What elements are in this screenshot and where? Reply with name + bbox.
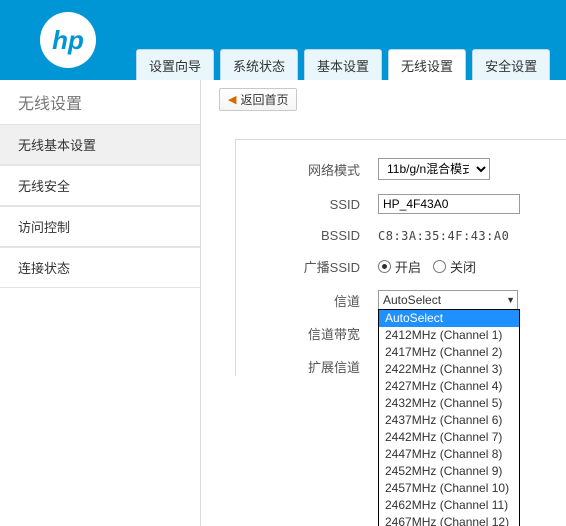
tab-system-status[interactable]: 系统状态 [220, 49, 298, 80]
channel-value: AutoSelect [383, 293, 441, 307]
sidebar: 无线设置 无线基本设置无线安全访问控制连接状态 [0, 80, 201, 526]
tab-security-settings[interactable]: 安全设置 [472, 49, 550, 80]
back-arrow-icon: ◀ [228, 93, 236, 106]
sidebar-item-wireless-security[interactable]: 无线安全 [0, 165, 200, 206]
ssid-input[interactable] [378, 194, 520, 214]
sidebar-item-connection-status[interactable]: 连接状态 [0, 247, 200, 288]
main-tabs: 设置向导系统状态基本设置无线设置安全设置 [136, 49, 550, 80]
bssid-value: C8:3A:35:4F:43:A0 [378, 229, 509, 243]
label-bssid: BSSID [236, 228, 378, 243]
radio-icon [378, 260, 391, 273]
channel-option[interactable]: 2427MHz (Channel 4) [379, 378, 519, 395]
channel-dropdown: AutoSelect2412MHz (Channel 1)2417MHz (Ch… [378, 309, 520, 526]
channel-option[interactable]: 2457MHz (Channel 10) [379, 480, 519, 497]
back-home-label: 返回首页 [240, 91, 288, 108]
channel-option[interactable]: 2417MHz (Channel 2) [379, 344, 519, 361]
channel-select[interactable]: AutoSelect ▼ [378, 290, 518, 310]
channel-option[interactable]: 2467MHz (Channel 12) [379, 514, 519, 526]
main-panel: ◀ 返回首页 网络模式 11b/g/n混合模式 SSID [201, 80, 566, 526]
label-network-mode: 网络模式 [236, 160, 378, 179]
sidebar-title: 无线设置 [0, 80, 200, 124]
radio-icon [433, 260, 446, 273]
back-home-button[interactable]: ◀ 返回首页 [219, 88, 297, 111]
channel-option[interactable]: 2442MHz (Channel 7) [379, 429, 519, 446]
broadcast-off-radio[interactable]: 关闭 [433, 257, 476, 276]
channel-option[interactable]: 2422MHz (Channel 3) [379, 361, 519, 378]
channel-option[interactable]: 2452MHz (Channel 9) [379, 463, 519, 480]
svg-text:hp: hp [52, 25, 84, 55]
label-channel-width: 信道带宽 [236, 324, 378, 343]
tab-setup-wizard[interactable]: 设置向导 [136, 49, 214, 80]
label-channel: 信道 [236, 291, 378, 310]
channel-option[interactable]: 2437MHz (Channel 6) [379, 412, 519, 429]
channel-option[interactable]: AutoSelect [379, 310, 519, 327]
sidebar-item-access-control[interactable]: 访问控制 [0, 206, 200, 247]
label-ssid: SSID [236, 197, 378, 212]
broadcast-on-radio[interactable]: 开启 [378, 257, 421, 276]
channel-option[interactable]: 2432MHz (Channel 5) [379, 395, 519, 412]
channel-option[interactable]: 2412MHz (Channel 1) [379, 327, 519, 344]
channel-option[interactable]: 2447MHz (Channel 8) [379, 446, 519, 463]
channel-option[interactable]: 2462MHz (Channel 11) [379, 497, 519, 514]
sidebar-item-wireless-basic[interactable]: 无线基本设置 [0, 124, 200, 165]
broadcast-on-label: 开启 [395, 257, 421, 276]
label-ext-channel: 扩展信道 [236, 357, 378, 376]
tab-basic-settings[interactable]: 基本设置 [304, 49, 382, 80]
app-header: hp 设置向导系统状态基本设置无线设置安全设置 [0, 0, 566, 80]
network-mode-select[interactable]: 11b/g/n混合模式 [378, 158, 490, 180]
tab-wireless-settings[interactable]: 无线设置 [388, 49, 466, 80]
hp-logo: hp [36, 8, 106, 75]
chevron-down-icon: ▼ [506, 295, 515, 305]
broadcast-off-label: 关闭 [450, 257, 476, 276]
label-broadcast-ssid: 广播SSID [236, 257, 378, 276]
